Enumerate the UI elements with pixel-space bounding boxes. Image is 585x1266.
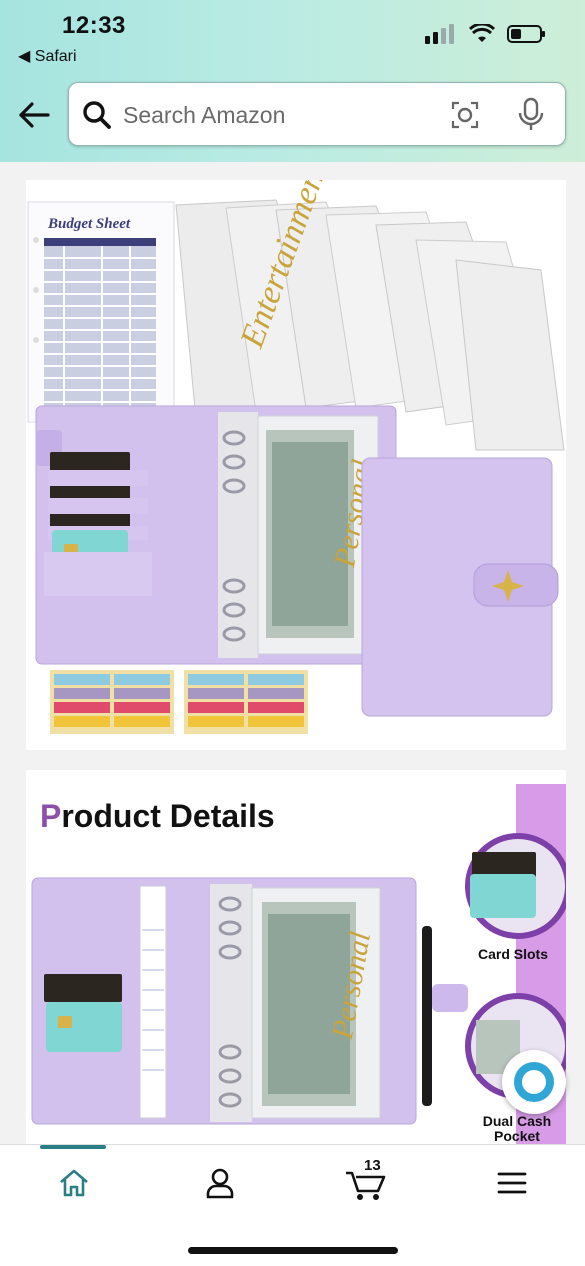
card-slots-label: Card Slots <box>477 946 548 962</box>
active-tab-indicator <box>40 1145 106 1149</box>
camera-search-icon[interactable] <box>449 99 481 131</box>
account-icon <box>206 1168 234 1199</box>
header: 12:33 ◀ Safari <box>0 0 585 162</box>
binder-set-illustration: Entertainment Budget Sheet Personal <box>27 180 565 734</box>
product-image-details[interactable]: Personal Product Details Card Slots Dual… <box>26 770 566 1144</box>
back-to-safari-link[interactable]: ◀ Safari <box>18 46 77 66</box>
status-time: 12:33 <box>62 12 126 39</box>
closed-binder-graphic <box>361 457 559 717</box>
menu-icon <box>497 1172 527 1194</box>
microphone-icon[interactable] <box>515 97 547 133</box>
status-icons <box>425 24 547 44</box>
bottom-navigation: 13 <box>0 1144 585 1266</box>
dual-cash-pocket-label: Dual Cash Pocket <box>462 1114 566 1144</box>
search-icon <box>83 101 111 129</box>
label-stickers-graphic <box>50 670 308 734</box>
cellular-signal-icon <box>425 24 454 44</box>
alexa-icon <box>514 1062 554 1102</box>
wifi-icon <box>469 24 495 42</box>
cart-count-badge: 13 <box>364 1157 381 1174</box>
search-row <box>0 82 585 148</box>
nav-menu[interactable] <box>482 1161 542 1205</box>
product-details-title: Product Details <box>40 798 275 835</box>
budget-sheet-graphic: Budget Sheet <box>27 201 175 423</box>
back-triangle-icon: ◀ <box>18 48 31 65</box>
title-rest: roduct Details <box>61 798 275 834</box>
nav-account[interactable] <box>190 1161 250 1205</box>
search-input[interactable] <box>123 95 443 135</box>
title-initial: P <box>40 798 62 834</box>
home-indicator-bar <box>188 1247 398 1254</box>
search-box[interactable] <box>68 82 566 146</box>
open-binder-graphic: Personal <box>35 405 397 665</box>
back-arrow-icon[interactable] <box>16 98 52 132</box>
amazon-app-page: 12:33 ◀ Safari Search Amazon Entertainme… <box>0 0 585 1266</box>
pocket-line: Pocket <box>494 1128 540 1144</box>
nav-home[interactable] <box>44 1161 104 1205</box>
product-image-main[interactable]: Entertainment Budget Sheet Personal <box>26 180 566 750</box>
back-app-label: Safari <box>34 48 77 65</box>
dual-cash-line: Dual Cash <box>482 1113 552 1129</box>
alexa-button[interactable] <box>502 1050 566 1114</box>
battery-icon <box>507 25 545 43</box>
home-icon <box>60 1169 88 1197</box>
svg-text:Budget Sheet: Budget Sheet <box>47 216 131 232</box>
nav-cart[interactable]: 13 <box>336 1157 396 1205</box>
